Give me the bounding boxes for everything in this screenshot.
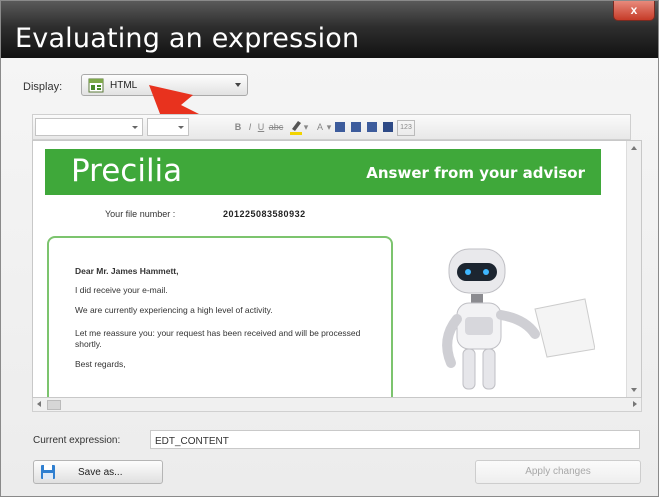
chevron-down-icon[interactable]: ▾ <box>326 120 332 134</box>
current-expression-label: Current expression: <box>33 435 121 446</box>
justify-icon[interactable] <box>383 122 393 132</box>
scroll-up-icon[interactable] <box>631 146 637 150</box>
letter-line: Let me reassure you: your request has be… <box>75 328 361 349</box>
vertical-scrollbar[interactable] <box>626 141 641 397</box>
text-color-button[interactable]: A <box>315 120 325 134</box>
html-page-icon <box>88 78 104 93</box>
highlight-pen-icon[interactable] <box>289 119 303 135</box>
html-editor-area[interactable]: Precilia Answer from your advisor Your f… <box>32 140 642 398</box>
letter-line: I did receive your e-mail. <box>75 285 168 295</box>
letter-greeting: Dear Mr. James Hammett, <box>75 266 179 276</box>
file-number-value: 201225083580932 <box>223 209 306 219</box>
font-size-dropdown[interactable] <box>147 118 189 136</box>
chevron-down-icon[interactable] <box>132 126 138 129</box>
letter-closing: Best regards, <box>75 359 126 369</box>
italic-icon[interactable]: I <box>245 120 255 134</box>
letter-box: Dear Mr. James Hammett, I did receive yo… <box>47 236 393 397</box>
scroll-right-icon[interactable] <box>633 401 637 407</box>
bold-icon[interactable]: B <box>233 120 243 134</box>
current-expression-input[interactable] <box>150 430 640 449</box>
scroll-down-icon[interactable] <box>631 388 637 392</box>
scrollbar-thumb[interactable] <box>47 400 61 410</box>
dialog-window: Evaluating an expression x Display: HTML… <box>0 0 659 497</box>
window-title: Evaluating an expression <box>15 23 360 54</box>
file-number-label: Your file number : <box>105 209 176 219</box>
brand-name: Precilia <box>71 153 183 189</box>
horizontal-scrollbar[interactable] <box>32 398 642 412</box>
save-as-button[interactable]: Save as... <box>33 460 163 484</box>
chevron-down-icon[interactable] <box>178 126 184 129</box>
save-as-label: Save as... <box>78 467 123 478</box>
close-button[interactable]: x <box>613 1 655 21</box>
scroll-left-icon[interactable] <box>37 401 41 407</box>
align-left-icon[interactable] <box>335 122 345 132</box>
align-center-icon[interactable] <box>351 122 361 132</box>
align-right-icon[interactable] <box>367 122 377 132</box>
apply-changes-button[interactable]: Apply changes <box>475 460 641 484</box>
underline-button[interactable]: U <box>256 120 266 134</box>
banner-subtitle: Answer from your advisor <box>366 164 585 182</box>
special-chars-button[interactable]: 123 <box>397 120 415 136</box>
display-select-value: HTML <box>110 80 138 91</box>
html-editor-toolbar: B I U abc ▾ A ▾ 123 <box>32 114 631 140</box>
display-label: Display: <box>23 81 63 93</box>
chevron-down-icon[interactable]: ▾ <box>303 120 309 134</box>
font-name-dropdown[interactable] <box>35 118 143 136</box>
floppy-disk-icon <box>41 465 55 479</box>
document-banner: Precilia Answer from your advisor <box>45 149 601 195</box>
letter-line: We are currently experiencing a high lev… <box>75 305 273 315</box>
strikethrough-button[interactable]: abc <box>268 120 284 134</box>
robot-mascot-icon <box>442 248 595 390</box>
dialog-body: Display: HTML B I U abc ▾ A ▾ 123 Precil… <box>1 58 658 496</box>
title-bar[interactable]: Evaluating an expression x <box>1 1 658 58</box>
